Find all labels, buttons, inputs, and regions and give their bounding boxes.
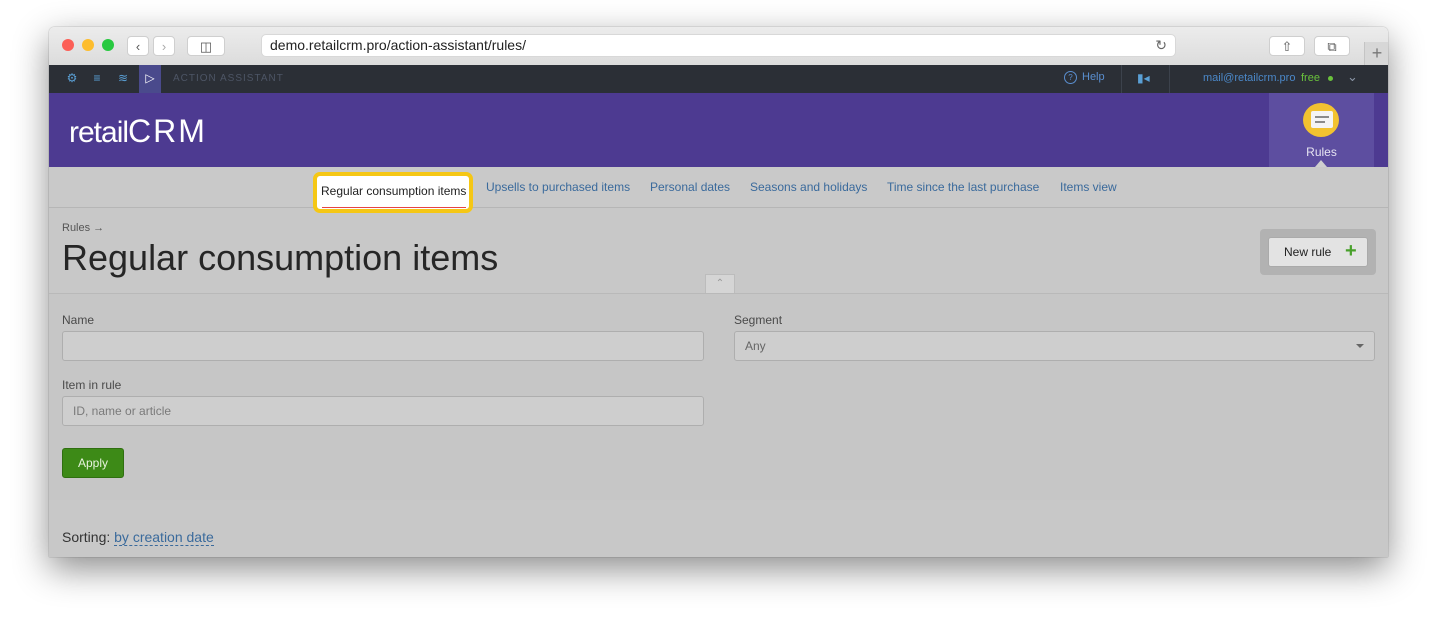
logo-text-retail: retail (69, 116, 129, 149)
share-icon: ⇧ (1281, 39, 1293, 54)
active-tab-underline (322, 207, 466, 208)
sidebar-toggle-button[interactable]: ◫ (187, 36, 225, 56)
new-rule-button[interactable]: New rule + (1268, 237, 1368, 267)
caret-up-icon (1315, 160, 1327, 167)
page-title: Regular consumption items (62, 237, 499, 278)
minimize-window-button[interactable] (82, 39, 94, 51)
retailcrm-logo[interactable]: retailCRM (69, 113, 207, 150)
forward-button[interactable]: › (153, 36, 175, 56)
zoom-window-button[interactable] (102, 39, 114, 51)
segment-value: Any (745, 339, 766, 353)
plus-icon: + (1371, 43, 1383, 63)
tab-seasons-holidays[interactable]: Seasons and holidays (750, 180, 867, 194)
segment-select[interactable]: Any (734, 331, 1375, 361)
chevron-right-icon: › (161, 39, 167, 54)
breadcrumb[interactable]: Rules → (62, 222, 104, 234)
tab-personal-dates[interactable]: Personal dates (650, 180, 730, 194)
sorting-control: Sorting: by creation date (62, 529, 214, 546)
tabs-icon: ⧉ (1327, 39, 1337, 54)
rules-icon (1303, 103, 1339, 137)
item-in-rule-label: Item in rule (62, 378, 122, 392)
segment-label: Segment (734, 313, 783, 327)
plan-badge: free (1301, 72, 1320, 84)
browser-window: ‹ › ◫ demo.retailcrm.pro/action-assistan… (49, 27, 1388, 557)
plus-icon: + (1345, 240, 1357, 262)
url-text: demo.retailcrm.pro/action-assistant/rule… (270, 37, 526, 53)
rules-tile[interactable]: Rules (1269, 93, 1374, 167)
rules-card-icon (1311, 111, 1333, 128)
new-tab-button[interactable]: + (1364, 42, 1388, 65)
tab-upsells[interactable]: Upsells to purchased items (486, 180, 630, 194)
status-dot-icon (1328, 76, 1333, 81)
sidebar-icon: ◫ (199, 39, 213, 54)
tab-label: Regular consumption items (321, 184, 467, 198)
help-label: Help (1082, 71, 1105, 83)
line-shape (1315, 121, 1325, 123)
tab-items-view[interactable]: Items view (1060, 180, 1117, 194)
apply-button[interactable]: Apply (62, 448, 124, 478)
help-link[interactable]: ? Help (1064, 71, 1105, 84)
item-in-rule-input[interactable]: ID, name or article (62, 396, 704, 426)
back-button[interactable]: ‹ (127, 36, 149, 56)
logo-text-crm: CRM (128, 113, 207, 149)
chevron-left-icon: ‹ (135, 39, 141, 54)
crm-header: retailCRM Rules (49, 93, 1388, 167)
megaphone-icon[interactable]: ▮◂ (1137, 71, 1150, 85)
share-button[interactable]: ⇧ (1269, 36, 1305, 56)
collapse-filters-button[interactable]: ⌃ (705, 274, 735, 294)
sorting-link[interactable]: by creation date (114, 529, 214, 546)
cart-icon[interactable]: ≡ (90, 71, 104, 85)
rules-subnav: Upsells to purchased items Personal date… (49, 167, 1388, 208)
close-window-button[interactable] (62, 39, 74, 51)
chevron-up-icon: ⌃ (715, 278, 725, 289)
name-input[interactable] (62, 331, 704, 361)
caret-down-icon (1356, 344, 1364, 348)
gear-icon[interactable]: ⚙ (65, 71, 79, 85)
reload-icon[interactable]: ↻ (1155, 35, 1167, 56)
question-icon: ? (1064, 71, 1077, 84)
filters-panel: Name Segment Any Item in rule ID, name o… (49, 293, 1388, 500)
name-label: Name (62, 313, 95, 327)
address-bar[interactable]: demo.retailcrm.pro/action-assistant/rule… (261, 34, 1176, 57)
chevron-down-icon[interactable]: ⌄ (1347, 69, 1358, 85)
new-rule-label: New rule (1284, 245, 1332, 259)
divider (1169, 65, 1170, 93)
sorting-label: Sorting: (62, 529, 111, 545)
tab-regular-consumption[interactable]: Regular consumption items (313, 172, 473, 213)
play-icon: ▷ (145, 71, 155, 85)
rules-tile-label: Rules (1306, 145, 1337, 159)
new-rule-highlight: New rule + (1260, 229, 1376, 275)
main-content: Upsells to purchased items Personal date… (49, 167, 1388, 557)
tabs-overview-button[interactable]: ⧉ (1314, 36, 1350, 56)
browser-toolbar: ‹ › ◫ demo.retailcrm.pro/action-assistan… (49, 27, 1388, 66)
tab-time-since-purchase[interactable]: Time since the last purchase (887, 180, 1039, 194)
action-assistant-nav[interactable]: ▷ (139, 65, 161, 93)
divider (1121, 65, 1122, 93)
analytics-icon[interactable]: ≋ (116, 71, 130, 85)
user-email[interactable]: mail@retailcrm.pro (1203, 72, 1295, 84)
line-shape (1315, 116, 1329, 118)
section-title: ACTION ASSISTANT (173, 73, 284, 84)
crm-top-bar: ⚙ ≡ ≋ ▷ ACTION ASSISTANT ? Help ▮◂ mail@r… (49, 65, 1388, 93)
